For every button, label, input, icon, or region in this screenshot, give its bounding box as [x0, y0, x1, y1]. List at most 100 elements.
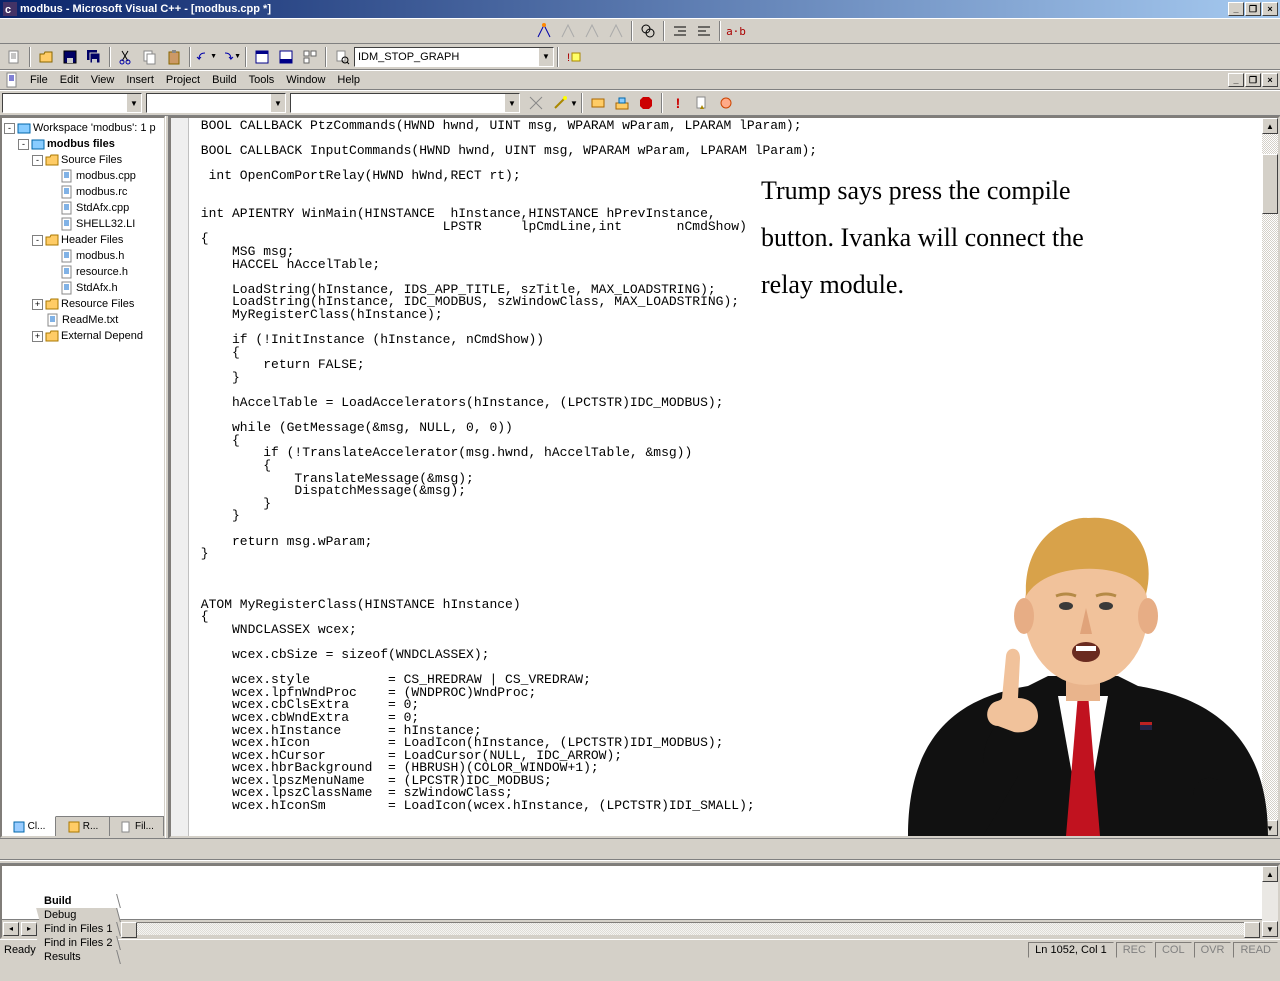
redo-icon[interactable]: ▼ — [219, 46, 241, 68]
file-node[interactable]: modbus.cpp — [4, 168, 162, 184]
open-icon[interactable] — [35, 46, 57, 68]
output-tab-find-in-files-1[interactable]: Find in Files 1 — [36, 922, 121, 936]
breakpoint-icon[interactable] — [715, 92, 737, 114]
status-flag-read: READ — [1233, 942, 1278, 958]
window-title: modbus - Microsoft Visual C++ - [modbus.… — [20, 3, 1228, 15]
output-tabs: ◂ ▸ BuildDebugFind in Files 1Find in Fil… — [2, 919, 1262, 937]
folder-node[interactable]: -Header Files — [4, 232, 162, 248]
find-icon[interactable] — [637, 20, 659, 42]
compile-icon[interactable] — [587, 92, 609, 114]
file-node[interactable]: modbus.rc — [4, 184, 162, 200]
output-vscrollbar[interactable]: ▲ ▼ — [1262, 866, 1278, 937]
indent-left-icon[interactable] — [669, 20, 691, 42]
file-node[interactable]: modbus.h — [4, 248, 162, 264]
mdi-restore-button[interactable]: ❐ — [1245, 73, 1261, 87]
find-combo[interactable]: IDM_STOP_GRAPH ▼ — [354, 47, 554, 67]
output-window-icon[interactable] — [275, 46, 297, 68]
file-node[interactable]: StdAfx.cpp — [4, 200, 162, 216]
wiz-action-icon[interactable] — [525, 92, 547, 114]
save-all-icon[interactable] — [83, 46, 105, 68]
output-scroll-down[interactable]: ▼ — [1262, 921, 1278, 937]
status-text: Ready — [2, 944, 1026, 956]
save-icon[interactable] — [59, 46, 81, 68]
find-in-files-icon[interactable] — [331, 46, 353, 68]
go-icon[interactable] — [691, 92, 713, 114]
menu-view[interactable]: View — [85, 72, 121, 88]
meme-caption: Trump says press the compile button. Iva… — [761, 168, 1131, 308]
cut-icon[interactable] — [115, 46, 137, 68]
document-icon — [4, 72, 20, 88]
workspace-tab[interactable]: Fil... — [110, 817, 164, 836]
code-editor[interactable]: BOOL CALLBACK PtzCommands(HWND hwnd, UIN… — [169, 116, 1280, 838]
menubar: FileEditViewInsertProjectBuildToolsWindo… — [0, 70, 1280, 90]
svg-text:!: ! — [567, 52, 570, 64]
paste-icon[interactable] — [163, 46, 185, 68]
folder-node[interactable]: +Resource Files — [4, 296, 162, 312]
expand-icon[interactable]: - — [4, 123, 15, 134]
scroll-up-button[interactable]: ▲ — [1262, 118, 1278, 134]
statusbar: Ready Ln 1052, Col 1 RECCOLOVRREAD — [0, 939, 1280, 959]
status-position: Ln 1052, Col 1 — [1028, 942, 1114, 958]
file-node[interactable]: SHELL32.LI — [4, 216, 162, 232]
menu-project[interactable]: Project — [160, 72, 206, 88]
new-text-icon[interactable] — [3, 46, 25, 68]
status-flag-ovr: OVR — [1194, 942, 1232, 958]
output-hscrollbar[interactable] — [121, 922, 1260, 936]
workspace-tab[interactable]: R... — [56, 817, 110, 836]
workspace-root[interactable]: -Workspace 'modbus': 1 p — [4, 120, 162, 136]
output-text[interactable] — [2, 866, 1262, 919]
wizard-btn-1[interactable] — [533, 20, 555, 42]
workspace-window-icon[interactable] — [251, 46, 273, 68]
wizard-toolbar: a·b — [0, 18, 1280, 44]
filter-combo[interactable]: ▼ — [146, 93, 286, 113]
menu-window[interactable]: Window — [280, 72, 331, 88]
indent-right-icon[interactable] — [693, 20, 715, 42]
folder-node[interactable]: -Source Files — [4, 152, 162, 168]
execute-icon[interactable]: ! — [563, 46, 585, 68]
folder-node[interactable]: +External Depend — [4, 328, 162, 344]
close-button[interactable]: × — [1262, 2, 1278, 16]
class-combo[interactable]: ▼ — [2, 93, 142, 113]
mdi-minimize-button[interactable]: _ — [1228, 73, 1244, 87]
undo-icon[interactable]: ▼ — [195, 46, 217, 68]
output-tab-debug[interactable]: Debug — [36, 908, 121, 922]
build-icon[interactable] — [611, 92, 633, 114]
scroll-thumb[interactable] — [1262, 154, 1278, 214]
menu-file[interactable]: File — [24, 72, 54, 88]
minimize-button[interactable]: _ — [1228, 2, 1244, 16]
main-area: -Workspace 'modbus': 1 p-modbus files-So… — [0, 116, 1280, 838]
wizard-btn-2[interactable] — [557, 20, 579, 42]
menu-edit[interactable]: Edit — [54, 72, 85, 88]
wizard-btn-3[interactable] — [581, 20, 603, 42]
mdi-close-button[interactable]: × — [1262, 73, 1278, 87]
dropdown-arrow-icon[interactable]: ▼ — [538, 48, 553, 66]
menu-help[interactable]: Help — [331, 72, 366, 88]
stop-build-icon[interactable] — [635, 92, 657, 114]
status-flag-rec: REC — [1116, 942, 1153, 958]
file-node[interactable]: ReadMe.txt — [4, 312, 162, 328]
copy-icon[interactable] — [139, 46, 161, 68]
output-tab-results[interactable]: Results — [36, 950, 121, 964]
output-tab-next[interactable]: ▸ — [21, 922, 37, 936]
svg-text:c: c — [5, 4, 11, 16]
file-node[interactable]: StdAfx.h — [4, 280, 162, 296]
output-tab-build[interactable]: Build — [36, 894, 121, 908]
window-list-icon[interactable] — [299, 46, 321, 68]
menu-tools[interactable]: Tools — [243, 72, 281, 88]
wizard-btn-4[interactable] — [605, 20, 627, 42]
file-node[interactable]: resource.h — [4, 264, 162, 280]
output-scroll-up[interactable]: ▲ — [1262, 866, 1278, 882]
ab-icon[interactable]: a·b — [725, 20, 747, 42]
workspace-tab[interactable]: Cl... — [2, 816, 56, 836]
project-node[interactable]: -modbus files — [4, 136, 162, 152]
menu-insert[interactable]: Insert — [120, 72, 160, 88]
restore-button[interactable]: ❐ — [1245, 2, 1261, 16]
members-combo[interactable]: ▼ — [290, 93, 520, 113]
exclaim-icon[interactable]: ! — [667, 92, 689, 114]
wiz-wand-icon[interactable] — [549, 92, 571, 114]
menu-build[interactable]: Build — [206, 72, 242, 88]
output-tab-prev[interactable]: ◂ — [3, 922, 19, 936]
person-figure — [888, 466, 1278, 836]
titlebar: c modbus - Microsoft Visual C++ - [modbu… — [0, 0, 1280, 18]
output-tab-find-in-files-2[interactable]: Find in Files 2 — [36, 936, 121, 950]
